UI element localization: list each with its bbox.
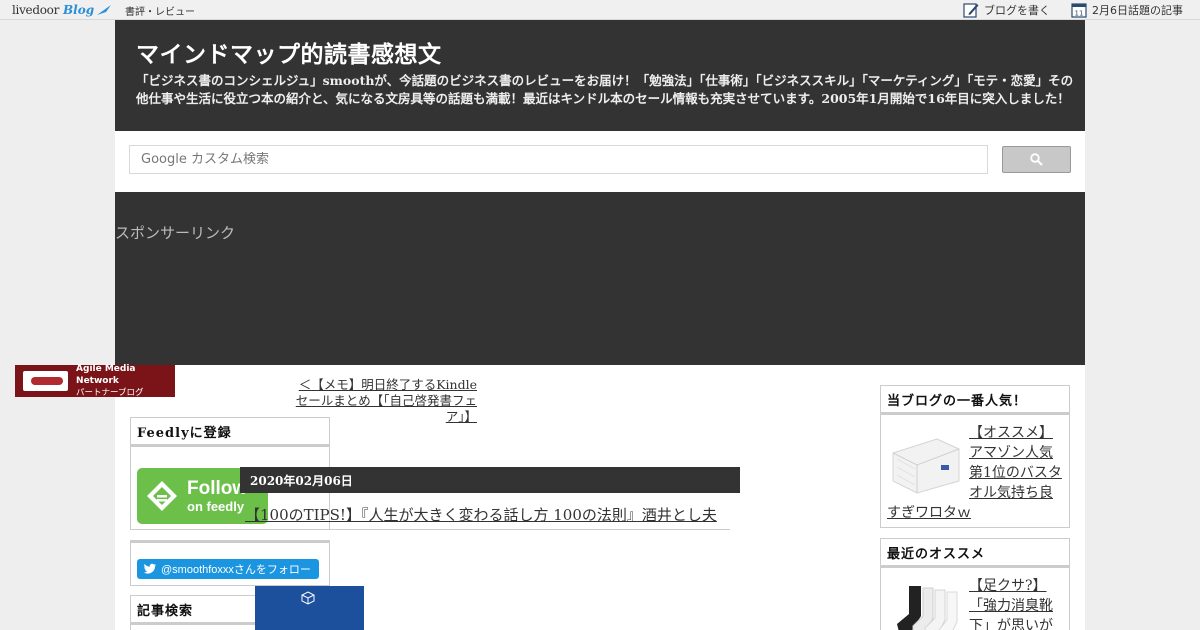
search-box <box>129 145 988 174</box>
feedly-on-text: on feedly <box>187 499 245 514</box>
recent-widget-title: 最近のオススメ <box>881 539 1069 568</box>
livedoor-logo-text: livedoor <box>12 3 60 17</box>
today-topics-link[interactable]: 11 2月6日話題の記事 <box>1071 2 1183 18</box>
amn-title: Agile Media Network <box>76 364 136 386</box>
twitter-widget: @smoothfoxxxさんをフォロー <box>130 540 330 586</box>
bath-towel-thumbnail[interactable] <box>887 427 963 499</box>
search-icon <box>1030 153 1043 166</box>
previous-article-link[interactable]: ＜【メモ】明日終了するKindleセールまとめ【「自己啓発書フェア」】 <box>295 377 477 425</box>
sponsor-label: スポンサーリンク <box>115 224 236 242</box>
search-input[interactable] <box>141 152 987 167</box>
recent-recommend-widget: 最近のオススメ 【足クサ?】「強力消臭靴下」が思いが <box>880 538 1070 630</box>
popular-item: 【オススメ】アマゾン人気第1位のバスタオル気持ち良すぎワロタｗ <box>881 415 1069 529</box>
blog-logo-text: Blog <box>63 3 95 17</box>
cube-logo-icon <box>301 591 315 605</box>
recent-item-link[interactable]: 【足クサ?】「強力消臭靴下」が思いが <box>969 578 1053 630</box>
today-topics-label: 2月6日話題の記事 <box>1092 4 1183 17</box>
book-cover-image[interactable] <box>255 586 364 630</box>
livedoor-topbar: livedoor Blog 書評・レビュー ブログを書く 11 2月6日話題の記… <box>0 0 1200 20</box>
amn-banner-text: Agile Media Network パートナーブログ <box>76 363 175 399</box>
twitter-bird-icon <box>143 563 156 574</box>
pencil-edit-icon <box>963 3 979 18</box>
post-date-bar: 2020年02月06日 <box>240 467 740 493</box>
blog-description: 「ビジネス書のコンシェルジュ」smoothが、今話題のビジネス書のレビューをお届… <box>136 73 1074 106</box>
write-blog-link[interactable]: ブログを書く <box>963 2 1050 18</box>
socks-thumbnail[interactable] <box>887 580 963 630</box>
amn-logo-mark <box>23 371 69 391</box>
agile-media-network-banner[interactable]: Agile Media Network パートナーブログ <box>15 363 175 399</box>
post-title-link[interactable]: 【100のTIPS!】『人生が大きく変わる話し方 100の法則』酒井とし夫 <box>240 506 730 530</box>
feedly-icon <box>147 481 177 511</box>
blog-category[interactable]: 書評・レビュー <box>125 3 195 18</box>
amn-subtitle: パートナーブログ <box>76 388 144 398</box>
feedly-follow-text: Follow <box>187 478 248 499</box>
calendar-day: 11 <box>1075 10 1084 18</box>
twitter-follow-label: @smoothfoxxxさんをフォロー <box>161 564 311 576</box>
popular-widget: 当ブログの一番人気！ 【オススメ】アマゾン人気第1位のバスタオル気持ち良すぎワロ… <box>880 385 1070 528</box>
write-blog-label: ブログを書く <box>984 4 1050 17</box>
popular-widget-title: 当ブログの一番人気！ <box>881 386 1069 415</box>
recent-item: 【足クサ?】「強力消臭靴下」が思いが <box>881 568 1069 630</box>
calendar-icon: 11 <box>1071 3 1087 18</box>
blog-header: マインドマップ的読書感想文 「ビジネス書のコンシェルジュ」smoothが、今話題… <box>115 20 1085 131</box>
post-date: 2020年02月06日 <box>250 473 353 488</box>
custom-search-bar <box>115 131 1085 192</box>
twitter-follow-button[interactable]: @smoothfoxxxさんをフォロー <box>137 559 319 579</box>
quill-icon <box>97 5 112 15</box>
livedoor-blog-logo[interactable]: livedoor Blog <box>12 2 112 18</box>
blog-title[interactable]: マインドマップ的読書感想文 <box>136 35 442 69</box>
sponsor-ad-area: スポンサーリンク <box>115 192 1085 365</box>
search-button[interactable] <box>1002 146 1071 173</box>
